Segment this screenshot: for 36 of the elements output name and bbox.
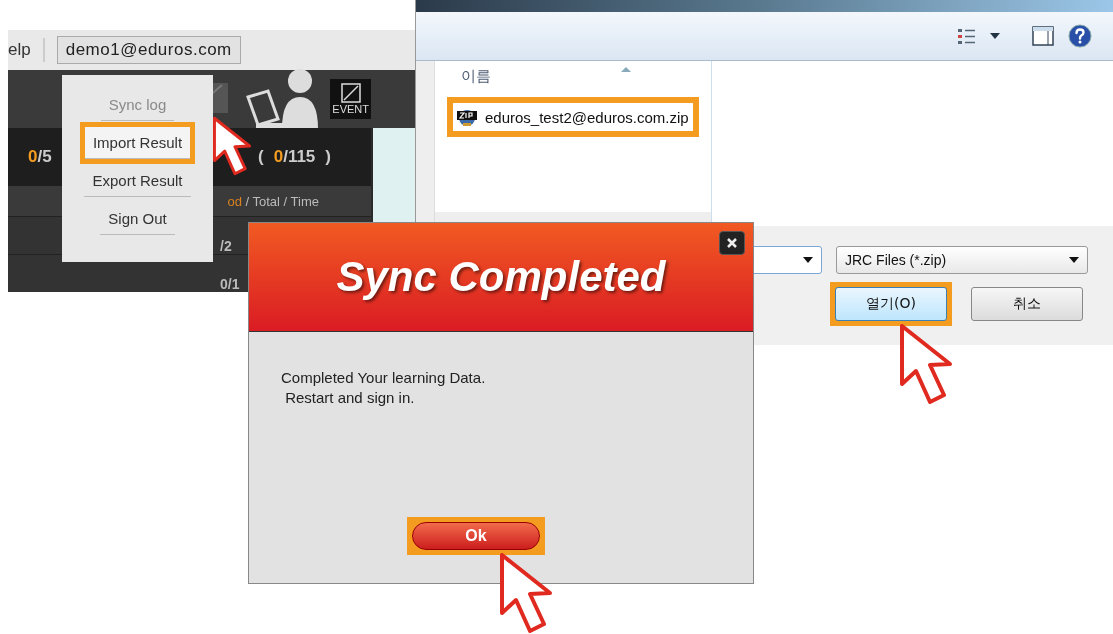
message-text: Restart and sign in.	[284, 388, 416, 408]
close-button[interactable]	[719, 231, 745, 255]
file-type-dropdown[interactable]: JRC Files (*.zip)	[836, 246, 1088, 274]
stat-value: 0/5	[28, 147, 52, 167]
bracket-text: )	[325, 147, 331, 167]
sort-caret-icon	[621, 67, 631, 72]
file-item[interactable]: eduros_test2@eduros.com.zip	[447, 97, 699, 137]
pointer-cursor-icon	[900, 324, 952, 404]
pointer-cursor-icon	[213, 116, 251, 176]
box-icon	[340, 83, 361, 103]
dropdown-caret-icon[interactable]	[1069, 257, 1079, 263]
stat-value: 0/115	[273, 147, 316, 167]
dialog-button[interactable]: 취소	[971, 287, 1083, 321]
bracket-text: (	[258, 147, 264, 167]
preview-pane-icon[interactable]	[1032, 26, 1054, 46]
event-button[interactable]: EVENT	[330, 79, 371, 119]
zip-file-icon	[457, 107, 477, 127]
account-button[interactable]: demo1@eduros.com	[56, 36, 241, 64]
column-header[interactable]: 이름	[461, 67, 491, 86]
message-text: Completed Your learning Data.	[281, 368, 487, 388]
event-label: EVENT	[332, 103, 369, 115]
dropdown-caret-icon[interactable]	[990, 33, 1000, 39]
dialog-title: Sync Completed	[336, 253, 666, 301]
help-icon[interactable]	[1068, 24, 1092, 48]
legend-text: od / Total / Time	[227, 193, 319, 209]
close-icon	[726, 237, 738, 249]
view-list-icon[interactable]	[957, 26, 976, 46]
menu-item[interactable]: Export Result	[84, 165, 191, 197]
menu-item[interactable]: elp	[8, 40, 31, 60]
menu-item[interactable]: Sign Out	[100, 203, 175, 235]
dropdown-caret-icon[interactable]	[803, 257, 813, 263]
pointer-cursor-icon	[500, 553, 552, 633]
ok-button[interactable]: Ok	[412, 522, 540, 550]
dialog-button[interactable]: 열기(O)	[835, 287, 947, 321]
row-value: 0/1	[220, 276, 240, 292]
row-value: /2	[220, 238, 232, 254]
